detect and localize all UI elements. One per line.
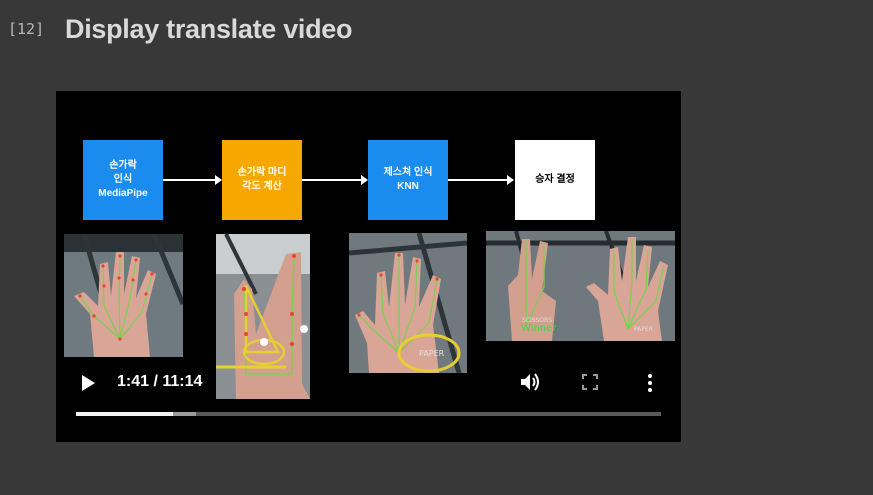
- hand-landmark-photo: [64, 234, 183, 357]
- time-display: 1:41 / 11:14: [117, 373, 203, 390]
- gesture-label: PAPER: [419, 349, 445, 358]
- flow-box-angle: 손가락 마디 각도 계산: [222, 140, 302, 220]
- flow-box-knn: 제스쳐 인식 KNN: [368, 140, 448, 220]
- play-button[interactable]: [80, 374, 96, 392]
- finger-angle-photo: [216, 234, 310, 399]
- flow-box-text: MediaPipe: [98, 188, 148, 199]
- paper-gesture-photo: PAPER: [349, 233, 467, 373]
- gesture-label: PAPER: [634, 326, 653, 333]
- progress-played: [76, 412, 173, 416]
- more-vert-icon: [648, 374, 652, 392]
- flow-arrow: [163, 175, 222, 185]
- winner-label: Winner: [521, 323, 557, 334]
- volume-icon: [521, 373, 539, 391]
- cell-title: Display translate video: [65, 14, 353, 44]
- volume-button[interactable]: [520, 372, 542, 392]
- flow-box-text: 손가락 마디: [237, 167, 287, 178]
- flow-arrow: [302, 175, 368, 185]
- flow-box-text: 각도 계산: [242, 181, 282, 192]
- more-options-button[interactable]: [646, 373, 654, 393]
- cell-prompt: [12]: [8, 20, 45, 38]
- flow-box-text: 승자 결정: [535, 174, 575, 185]
- flow-arrow: [448, 175, 514, 185]
- video-player[interactable]: 손가락 인식 MediaPipe 손가락 마디 각도 계산 제스쳐 인식 KNN…: [56, 91, 681, 442]
- flow-box-text: 인식: [113, 174, 133, 185]
- fullscreen-icon: [582, 374, 598, 390]
- rps-result-photo: SCISSORS Winner PAPER: [486, 231, 675, 341]
- flow-box-winner: 승자 결정: [515, 140, 595, 220]
- progress-bar[interactable]: [76, 412, 661, 416]
- play-icon: [82, 375, 95, 391]
- flow-box-text: 제스쳐 인식: [383, 167, 433, 178]
- fullscreen-button[interactable]: [582, 374, 598, 390]
- flow-box-text: KNN: [397, 181, 419, 192]
- flow-box-mediapipe: 손가락 인식 MediaPipe: [83, 140, 163, 220]
- flow-box-text: 손가락: [109, 160, 137, 171]
